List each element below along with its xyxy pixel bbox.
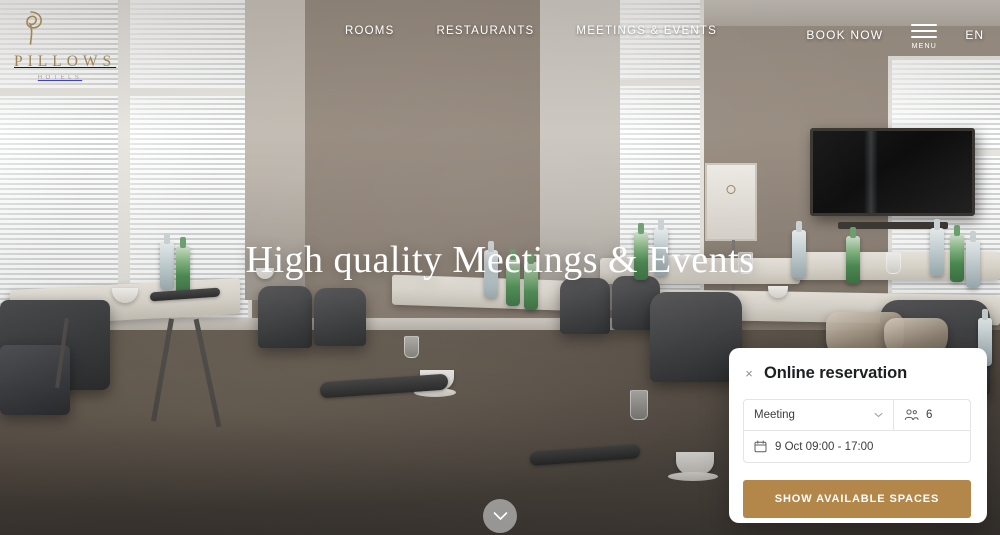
nav-item-restaurants[interactable]: RESTAURANTS [436,25,534,37]
menu-button[interactable]: MENU [911,24,938,50]
reservation-header: × Online reservation [743,364,971,383]
language-switcher[interactable]: EN [965,28,984,42]
reservation-type-select[interactable]: Meeting [744,400,894,430]
close-icon[interactable]: × [743,367,755,380]
chevron-down-icon [874,412,883,418]
hamburger-menu-icon [911,24,938,38]
nav-item-meetings-events[interactable]: MEETINGS & EVENTS [576,25,717,37]
primary-navigation: ROOMS RESTAURANTS MEETINGS & EVENTS [345,25,717,37]
brand-logo[interactable]: PILLOWS HOTELS [14,8,117,81]
reservation-type-value: Meeting [754,409,795,421]
scroll-down-button[interactable] [483,499,517,533]
guest-count-field[interactable]: 6 [894,400,970,430]
page-root: PILLOWS HOTELS ROOMS RESTAURANTS MEETING… [0,0,1000,535]
reservation-title: Online reservation [764,364,908,382]
menu-button-label: MENU [911,43,938,50]
calendar-icon [754,440,767,453]
reservation-fields: Meeting 6 9 Oct 09:00 - 17:00 [743,399,971,463]
header-actions: BOOK NOW MENU EN [806,16,984,50]
nav-item-rooms[interactable]: ROOMS [345,25,394,37]
people-icon [904,409,919,421]
guest-count-value: 6 [926,409,933,421]
page-title: High quality Meetings & Events [245,239,755,281]
pillows-spiral-logo-icon [14,8,106,48]
brand-tagline: HOTELS [37,74,83,81]
show-available-spaces-button[interactable]: SHOW AVAILABLE SPACES [743,480,971,518]
brand-name: PILLOWS [14,53,117,70]
reservation-date-value: 9 Oct 09:00 - 17:00 [775,440,874,453]
reservation-date-field[interactable]: 9 Oct 09:00 - 17:00 [744,431,970,462]
book-now-button[interactable]: BOOK NOW [806,28,883,42]
site-header: PILLOWS HOTELS ROOMS RESTAURANTS MEETING… [0,0,1000,81]
online-reservation-card: × Online reservation Meeting 6 9 Oct 09:… [729,348,987,523]
chevron-down-icon [493,511,508,521]
